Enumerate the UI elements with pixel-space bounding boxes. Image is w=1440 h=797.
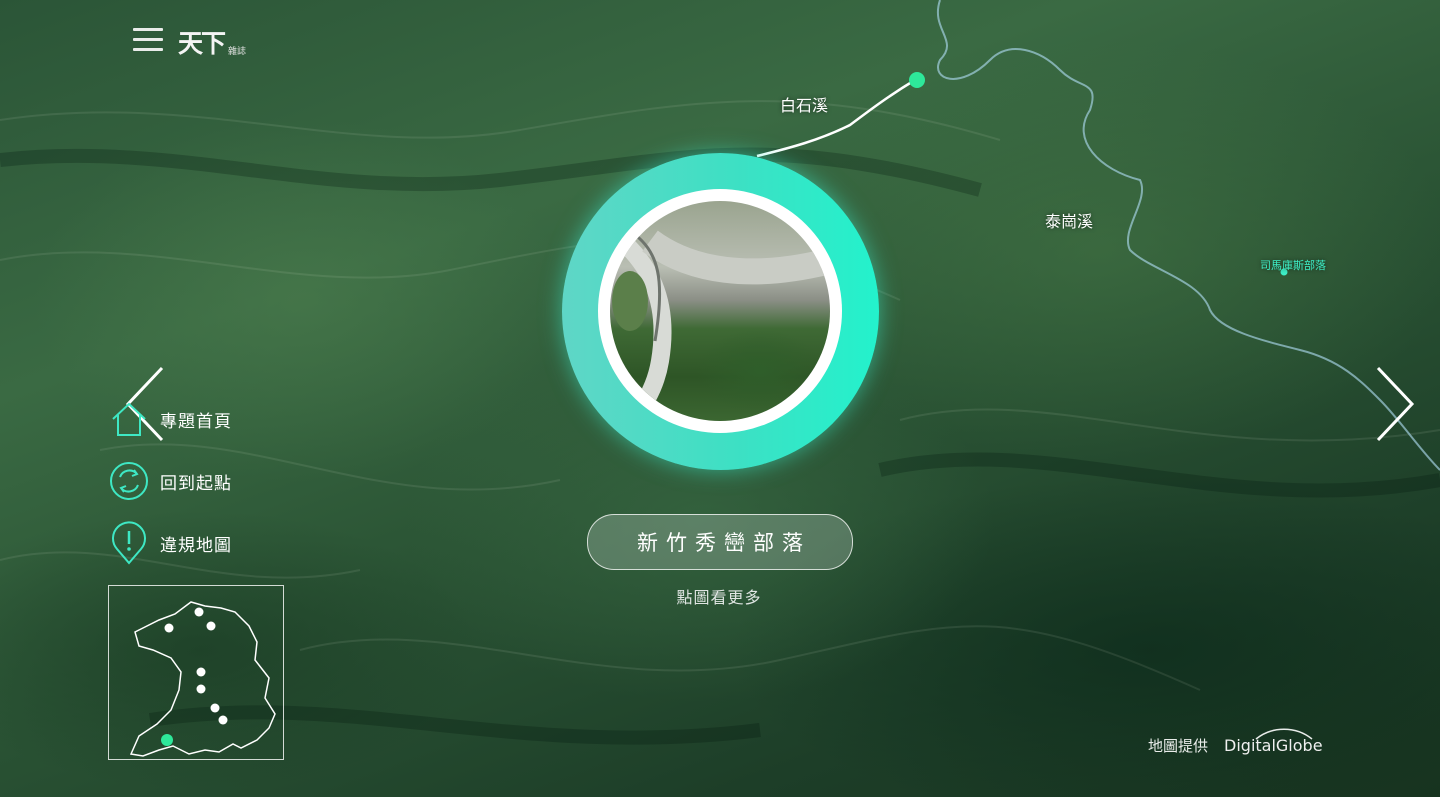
logo-main-text: 天下 bbox=[178, 29, 226, 58]
menu-bar bbox=[133, 48, 163, 51]
logo-sub-text: 雜誌 bbox=[228, 47, 247, 57]
home-icon bbox=[108, 398, 150, 440]
village-label-smangus[interactable]: 司馬庫斯部落 bbox=[1260, 257, 1326, 273]
aerial-photo bbox=[610, 201, 830, 421]
refresh-icon bbox=[108, 460, 150, 502]
menu-bar bbox=[133, 28, 163, 31]
menu-bar bbox=[133, 38, 163, 41]
mini-map-outline bbox=[129, 601, 276, 757]
click-for-more-hint: 點圖看更多 bbox=[676, 588, 762, 607]
location-photo[interactable] bbox=[598, 189, 842, 433]
digitalglobe-logo: DigitalGlobe bbox=[1224, 728, 1323, 755]
site-logo[interactable]: 天下 雜誌 bbox=[178, 24, 246, 60]
digitalglobe-arc-icon bbox=[1255, 728, 1313, 740]
river-label-taigang: 泰崗溪 bbox=[1045, 212, 1094, 231]
side-item-violation-map[interactable]: 違規地圖 bbox=[108, 521, 232, 565]
menu-button[interactable] bbox=[133, 28, 163, 52]
side-item-label: 專題首頁 bbox=[160, 411, 232, 432]
side-item-label: 違規地圖 bbox=[160, 535, 232, 556]
mini-map[interactable] bbox=[108, 585, 284, 760]
trail-end-marker[interactable] bbox=[909, 72, 925, 88]
alert-pin-icon bbox=[108, 521, 150, 565]
credit-text: 地圖提供 bbox=[1148, 737, 1209, 755]
village-name: 新竹秀巒部落 bbox=[637, 531, 811, 555]
side-item-label: 回到起點 bbox=[160, 473, 232, 494]
village-name-button[interactable]: 新竹秀巒部落 bbox=[587, 514, 853, 570]
side-item-back-to-start[interactable]: 回到起點 bbox=[108, 460, 232, 502]
side-item-topic-home[interactable]: 專題首頁 bbox=[108, 398, 232, 440]
map-credit: 地圖提供 DigitalGlobe bbox=[1148, 728, 1323, 756]
next-arrow-icon[interactable] bbox=[1372, 364, 1420, 444]
river-label-baishi: 白石溪 bbox=[780, 96, 829, 115]
